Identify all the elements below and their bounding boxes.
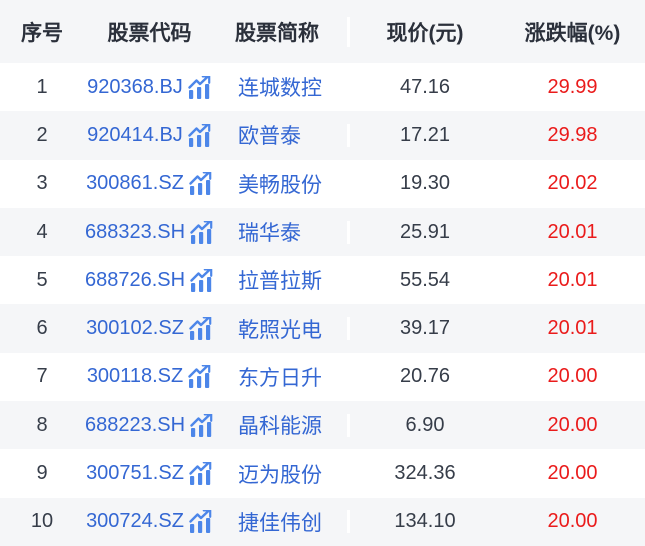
price-cell: 39.17 xyxy=(347,317,500,341)
table-row: 2 920414.BJ 欧普泰 17.21 29.98 xyxy=(0,111,645,160)
code-cell: 300102.SZ xyxy=(84,317,215,341)
stock-code-link[interactable]: 300118.SZ xyxy=(87,365,183,388)
change-percent-cell: 20.02 xyxy=(547,172,598,195)
code-cell: 688323.SH xyxy=(84,220,215,244)
stock-table: 序号 股票代码 股票简称 现价(元) 涨跌幅(%) 1 920368.BJ 连城… xyxy=(0,0,645,546)
stock-name-link[interactable]: 拉普拉斯 xyxy=(215,265,347,295)
price-cell: 55.54 xyxy=(347,268,500,292)
code-cell: 920414.BJ xyxy=(84,123,215,147)
serial-cell: 9 xyxy=(36,462,48,485)
table-row: 6 300102.SZ 乾照光电 39.17 20.01 xyxy=(0,304,645,353)
stock-code-link[interactable]: 300724.SZ xyxy=(86,510,184,533)
stock-name-link[interactable]: 迈为股份 xyxy=(215,459,347,489)
change-percent-cell: 29.99 xyxy=(547,75,598,98)
kline-trend-up-icon[interactable] xyxy=(189,317,213,341)
change-percent-cell: 20.00 xyxy=(547,462,598,485)
change-percent-cell: 20.00 xyxy=(547,510,598,533)
code-cell: 688223.SH xyxy=(84,413,215,437)
code-cell: 920368.BJ xyxy=(84,75,215,99)
table-body: 1 920368.BJ 连城数控 47.16 29.99 2 920414.BJ xyxy=(0,63,645,546)
kline-trend-up-icon[interactable] xyxy=(188,75,212,99)
stock-code-link[interactable]: 920414.BJ xyxy=(87,124,183,147)
table-row: 1 920368.BJ 连城数控 47.16 29.99 xyxy=(0,63,645,112)
change-percent-cell: 20.00 xyxy=(547,365,598,388)
stock-name-link[interactable]: 晶科能源 xyxy=(215,410,347,440)
serial-cell: 1 xyxy=(36,75,48,98)
price-cell: 20.76 xyxy=(347,365,500,389)
change-percent-cell: 29.98 xyxy=(547,123,598,146)
table-row: 7 300118.SZ 东方日升 20.76 20.00 xyxy=(0,352,645,402)
kline-trend-up-icon[interactable] xyxy=(190,220,214,244)
kline-trend-up-icon[interactable] xyxy=(189,462,213,486)
stock-code-link[interactable]: 300751.SZ xyxy=(86,462,184,485)
header-cell-name[interactable]: 股票简称 xyxy=(215,17,347,47)
change-percent-cell: 20.00 xyxy=(547,413,598,436)
table-row: 5 688726.SH 拉普拉斯 55.54 20.01 xyxy=(0,256,645,305)
code-cell: 300861.SZ xyxy=(84,172,215,196)
stock-code-link[interactable]: 300102.SZ xyxy=(86,317,184,340)
price-cell: 134.10 xyxy=(347,510,500,534)
price-cell: 6.90 xyxy=(347,413,500,437)
stock-name-link[interactable]: 美畅股份 xyxy=(215,169,347,199)
stock-name-link[interactable]: 欧普泰 xyxy=(215,120,347,150)
table-row: 8 688223.SH 晶科能源 6.90 20.00 xyxy=(0,401,645,450)
stock-code-link[interactable]: 688323.SH xyxy=(85,221,185,244)
serial-cell: 7 xyxy=(36,365,48,388)
table-row: 3 300861.SZ 美畅股份 19.30 20.02 xyxy=(0,159,645,208)
price-cell: 25.91 xyxy=(347,220,500,244)
kline-trend-up-icon[interactable] xyxy=(189,172,213,196)
price-cell: 17.21 xyxy=(347,123,500,147)
serial-cell: 3 xyxy=(36,172,48,195)
table-row: 9 300751.SZ 迈为股份 324.36 20.00 xyxy=(0,449,645,498)
kline-trend-up-icon[interactable] xyxy=(188,365,212,389)
stock-code-link[interactable]: 688726.SH xyxy=(85,269,185,292)
stock-code-link[interactable]: 920368.BJ xyxy=(87,76,183,99)
change-percent-cell: 20.01 xyxy=(547,317,598,340)
stock-name-link[interactable]: 捷佳伟创 xyxy=(215,507,347,537)
price-cell: 47.16 xyxy=(347,75,500,99)
header-cell-serial[interactable]: 序号 xyxy=(0,17,84,47)
table-header: 序号 股票代码 股票简称 现价(元) 涨跌幅(%) xyxy=(0,0,645,63)
stock-name-link[interactable]: 连城数控 xyxy=(215,72,347,102)
code-cell: 300724.SZ xyxy=(84,510,215,534)
code-cell: 300118.SZ xyxy=(84,365,215,389)
serial-cell: 2 xyxy=(36,123,48,146)
table-row: 4 688323.SH 瑞华泰 25.91 20.01 xyxy=(0,207,645,257)
serial-cell: 5 xyxy=(36,268,48,291)
header-cell-code[interactable]: 股票代码 xyxy=(84,17,215,47)
header-cell-price[interactable]: 现价(元) xyxy=(347,16,500,47)
serial-cell: 8 xyxy=(36,413,48,436)
code-cell: 688726.SH xyxy=(84,268,215,292)
table-row: 10 300724.SZ 捷佳伟创 134.10 20.00 xyxy=(0,497,645,546)
serial-cell: 10 xyxy=(30,510,54,533)
code-cell: 300751.SZ xyxy=(84,462,215,486)
change-percent-cell: 20.01 xyxy=(547,220,598,243)
serial-cell: 6 xyxy=(36,317,48,340)
kline-trend-up-icon[interactable] xyxy=(190,268,214,292)
kline-trend-up-icon[interactable] xyxy=(190,413,214,437)
price-cell: 324.36 xyxy=(347,462,500,486)
price-cell: 19.30 xyxy=(347,172,500,196)
kline-trend-up-icon[interactable] xyxy=(188,123,212,147)
change-percent-cell: 20.01 xyxy=(547,268,598,291)
stock-code-link[interactable]: 300861.SZ xyxy=(86,172,184,195)
kline-trend-up-icon[interactable] xyxy=(189,510,213,534)
stock-name-link[interactable]: 瑞华泰 xyxy=(215,217,347,247)
stock-name-link[interactable]: 东方日升 xyxy=(215,362,347,392)
serial-cell: 4 xyxy=(36,220,48,243)
stock-name-link[interactable]: 乾照光电 xyxy=(215,314,347,344)
stock-code-link[interactable]: 688223.SH xyxy=(85,414,185,437)
header-cell-change[interactable]: 涨跌幅(%) xyxy=(500,17,645,47)
